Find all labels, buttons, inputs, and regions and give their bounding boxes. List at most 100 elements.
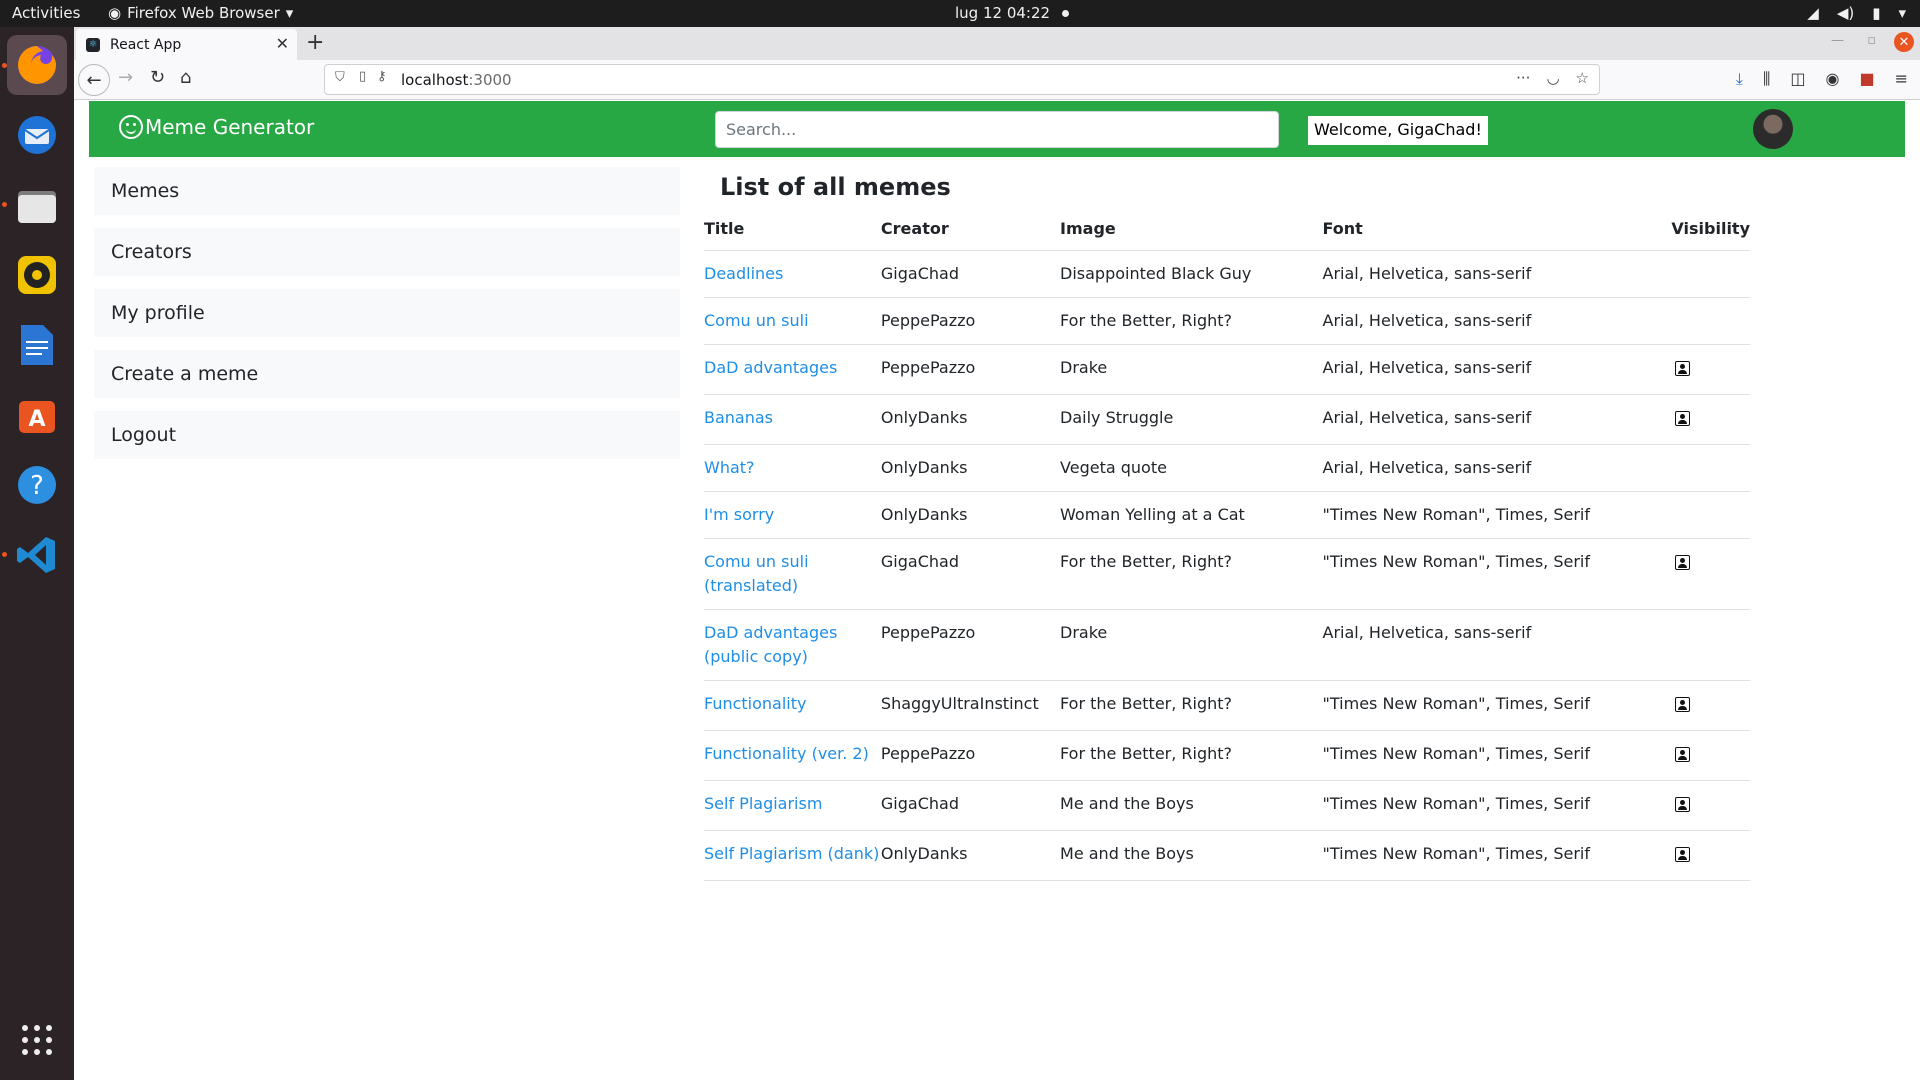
meme-image: For the Better, Right? xyxy=(1060,552,1233,571)
table-cell: Deadlines xyxy=(704,250,881,298)
search-form xyxy=(715,111,1279,148)
protected-visibility-icon xyxy=(1675,747,1691,762)
key-icon[interactable]: ⚷ xyxy=(377,69,387,84)
sidebar-item-memes[interactable]: Memes xyxy=(94,167,680,215)
app-navbar: Meme Generator Welcome, GigaChad! xyxy=(89,101,1905,157)
meme-title-link[interactable]: DaD advantages (public copy) xyxy=(704,623,837,666)
table-row: DaD advantages (public copy) PeppePazzo Dr… xyxy=(704,609,1750,681)
help-icon[interactable]: ? xyxy=(7,455,67,515)
table-cell: Drake xyxy=(1060,609,1323,681)
library-icon[interactable]: ⫼ xyxy=(1763,69,1770,89)
column-header-creator: Creator xyxy=(880,219,949,238)
bookmark-star-icon[interactable]: ☆ xyxy=(1576,69,1589,87)
url-bar[interactable]: ⛉ ▯ ⚷ localhost:3000 ··· ◡ ☆ xyxy=(324,64,1600,95)
minimize-icon[interactable]: — xyxy=(1831,33,1844,48)
table-cell: For the Better, Right? xyxy=(1060,538,1323,610)
activities-button[interactable]: Activities xyxy=(12,4,80,22)
firefox-icon[interactable] xyxy=(7,35,67,95)
system-tray[interactable]: ◢ ◀) ▮ ▾ xyxy=(1807,4,1906,22)
extension-icon[interactable]: ■ xyxy=(1859,69,1874,89)
table-row: Functionality (ver. 2) PeppePazzo For the … xyxy=(704,730,1750,781)
table-row: What? OnlyDanks Vegeta quote Arial, Helveti… xyxy=(704,444,1750,492)
maximize-icon[interactable]: ▫ xyxy=(1867,33,1876,48)
avatar[interactable] xyxy=(1753,109,1793,149)
meme-image: Vegeta quote xyxy=(1060,458,1167,477)
sidebar-icon[interactable]: ◫ xyxy=(1790,69,1805,89)
meme-font: "Times New Roman", Times, Serif xyxy=(1322,844,1591,863)
table-row: I'm sorry OnlyDanks Woman Yelling at a Cat… xyxy=(704,491,1750,539)
table-cell: Daily Struggle xyxy=(1060,394,1323,445)
column-header-title: Title xyxy=(704,219,745,238)
files-icon[interactable] xyxy=(7,175,67,235)
window-close-icon[interactable]: ✕ xyxy=(1894,32,1914,52)
meme-creator: PeppePazzo xyxy=(880,744,976,763)
table-cell: PeppePazzo xyxy=(880,344,1061,395)
main-content: List of all memes Title Creator Image Fo… xyxy=(704,159,1754,881)
table-cell: PeppePazzo xyxy=(880,730,1061,781)
meme-image: For the Better, Right? xyxy=(1060,311,1233,330)
table-cell xyxy=(1671,680,1750,731)
tracking-protection-icon[interactable]: ⛉ xyxy=(335,70,345,85)
meme-title-link[interactable]: I'm sorry xyxy=(704,505,774,524)
reload-icon[interactable]: ↻ xyxy=(150,67,165,88)
meme-image: Woman Yelling at a Cat xyxy=(1060,505,1245,524)
sidebar-item-create-meme[interactable]: Create a meme xyxy=(94,350,680,398)
sidebar-item-my-profile[interactable]: My profile xyxy=(94,289,680,337)
meme-title-link[interactable]: What? xyxy=(704,458,755,477)
menu-icon[interactable]: ≡ xyxy=(1895,69,1908,89)
sidebar-item-creators[interactable]: Creators xyxy=(94,228,680,276)
close-tab-icon[interactable]: ✕ xyxy=(276,34,289,53)
brand-link[interactable]: Meme Generator xyxy=(119,115,314,139)
rhythmbox-icon[interactable] xyxy=(7,245,67,305)
meme-title-link[interactable]: DaD advantages xyxy=(704,358,837,377)
forward-icon[interactable]: → xyxy=(118,67,133,88)
table-cell xyxy=(1671,830,1750,881)
table-cell: Woman Yelling at a Cat xyxy=(1060,491,1323,539)
table-cell: Arial, Helvetica, sans-serif xyxy=(1322,344,1672,395)
downloads-icon[interactable]: ⤓ xyxy=(1736,69,1743,89)
meme-title-link[interactable]: Functionality (ver. 2) xyxy=(704,744,869,763)
clock[interactable]: lug 12 04:22 xyxy=(955,4,1070,22)
account-icon[interactable]: ◉ xyxy=(1826,69,1840,89)
page-info-icon[interactable]: ▯ xyxy=(359,69,366,84)
sidebar: Memes Creators My profile Create a meme … xyxy=(94,167,680,472)
sidebar-item-logout[interactable]: Logout xyxy=(94,411,680,459)
welcome-badge: Welcome, GigaChad! xyxy=(1308,116,1488,145)
meme-title-link[interactable]: Self Plagiarism (dank) xyxy=(704,844,879,863)
page-actions-icon[interactable]: ··· xyxy=(1516,69,1530,87)
meme-title-link[interactable]: Comu un suli xyxy=(704,311,809,330)
meme-font: Arial, Helvetica, sans-serif xyxy=(1322,358,1532,377)
show-applications-icon[interactable] xyxy=(7,1010,67,1070)
new-tab-icon[interactable]: + xyxy=(306,30,324,55)
back-icon[interactable]: ← xyxy=(78,64,110,96)
volume-icon: ◀) xyxy=(1836,4,1855,22)
search-input[interactable] xyxy=(715,111,1279,148)
libreoffice-writer-icon[interactable] xyxy=(7,315,67,375)
table-cell xyxy=(1671,344,1750,395)
table-cell: GigaChad xyxy=(880,250,1061,298)
table-cell: Comu un suli (translated) xyxy=(704,538,881,610)
tab-react-app[interactable]: ⚛ React App ✕ xyxy=(76,29,297,60)
home-icon[interactable]: ⌂ xyxy=(180,67,191,88)
meme-creator: GigaChad xyxy=(880,794,959,813)
tab-strip: ⚛ React App ✕ + — ▫ ✕ xyxy=(74,27,1920,60)
meme-title-link[interactable]: Comu un suli (translated) xyxy=(704,552,809,595)
meme-creator: OnlyDanks xyxy=(880,505,968,524)
meme-font: "Times New Roman", Times, Serif xyxy=(1322,744,1591,763)
ubuntu-software-icon[interactable]: A xyxy=(7,385,67,445)
table-cell: Arial, Helvetica, sans-serif xyxy=(1322,297,1672,345)
meme-creator: OnlyDanks xyxy=(880,844,968,863)
meme-image: For the Better, Right? xyxy=(1060,694,1233,713)
meme-title-link[interactable]: Deadlines xyxy=(704,264,783,283)
table-cell: What? xyxy=(704,444,881,492)
table-cell: Arial, Helvetica, sans-serif xyxy=(1322,444,1672,492)
meme-font: Arial, Helvetica, sans-serif xyxy=(1322,311,1532,330)
meme-title-link[interactable]: Bananas xyxy=(704,408,773,427)
url-text[interactable]: localhost:3000 xyxy=(401,71,512,89)
meme-title-link[interactable]: Self Plagiarism xyxy=(704,794,822,813)
app-menu[interactable]: ◉ Firefox Web Browser ▾ xyxy=(108,4,293,22)
thunderbird-icon[interactable] xyxy=(7,105,67,165)
vscode-icon[interactable] xyxy=(7,525,67,585)
pocket-icon[interactable]: ◡ xyxy=(1546,69,1559,87)
meme-title-link[interactable]: Functionality xyxy=(704,694,807,713)
